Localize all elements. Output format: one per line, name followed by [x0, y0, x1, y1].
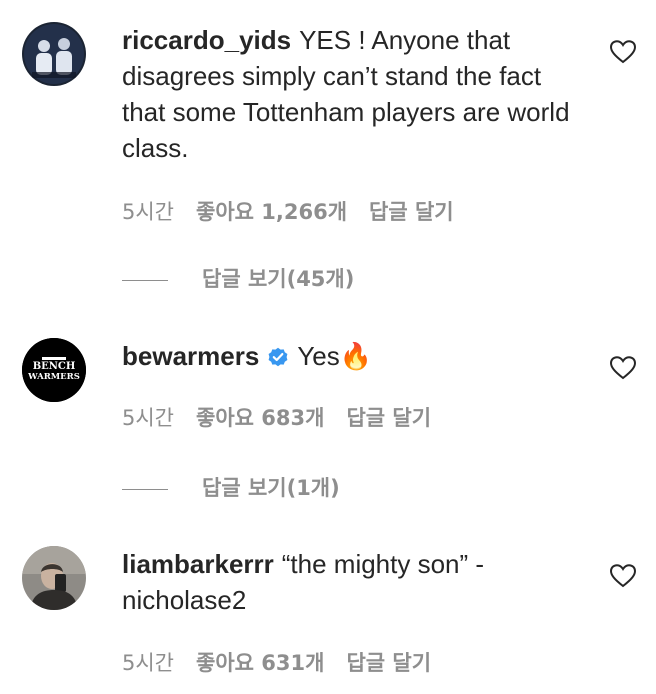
- comment-text-block: bewarmers Yes🔥: [122, 338, 572, 377]
- divider-line: [122, 279, 168, 281]
- avatar-logo-text-1: BENCH: [33, 361, 76, 372]
- view-replies-label: 답글 보기(1개): [202, 476, 340, 500]
- username-link[interactable]: liambarkerrr: [122, 549, 274, 579]
- avatar[interactable]: BENCH WARMERS: [22, 338, 86, 402]
- comment-text-block: riccardo_yids YES ! Anyone that disagrees…: [122, 22, 572, 166]
- verified-badge-icon: [267, 341, 289, 377]
- reply-button[interactable]: 답글 달기: [346, 406, 431, 430]
- comment-text-block: liambarkerrr “the mighty son” - nicholase…: [122, 546, 572, 618]
- view-replies-button[interactable]: 답글 보기(45개): [122, 263, 354, 293]
- avatar[interactable]: [22, 22, 86, 86]
- likes-count[interactable]: 좋아요 631개: [196, 651, 324, 675]
- username-link[interactable]: riccardo_yids: [122, 25, 291, 55]
- username-link[interactable]: bewarmers: [122, 341, 259, 371]
- comment-text: Yes🔥: [297, 341, 373, 371]
- view-replies-label: 답글 보기(45개): [202, 267, 355, 291]
- comment-meta: 5시간 좋아요 631개 답글 달기: [122, 647, 431, 677]
- reply-button[interactable]: 답글 달기: [369, 200, 454, 224]
- likes-count[interactable]: 좋아요 1,266개: [196, 200, 347, 224]
- like-heart-icon[interactable]: [609, 564, 637, 588]
- avatar[interactable]: [22, 546, 86, 610]
- comment-timestamp[interactable]: 5시간: [122, 200, 174, 224]
- like-heart-icon[interactable]: [609, 356, 637, 380]
- comment-timestamp[interactable]: 5시간: [122, 651, 174, 675]
- view-replies-button[interactable]: 답글 보기(1개): [122, 472, 340, 502]
- likes-count[interactable]: 좋아요 683개: [196, 406, 324, 430]
- comment-timestamp[interactable]: 5시간: [122, 406, 174, 430]
- like-heart-icon[interactable]: [609, 40, 637, 64]
- reply-button[interactable]: 답글 달기: [346, 651, 431, 675]
- comment-meta: 5시간 좋아요 1,266개 답글 달기: [122, 196, 454, 226]
- comment-meta: 5시간 좋아요 683개 답글 달기: [122, 402, 431, 432]
- avatar-logo-text-2: WARMERS: [27, 372, 80, 382]
- divider-line: [122, 488, 168, 490]
